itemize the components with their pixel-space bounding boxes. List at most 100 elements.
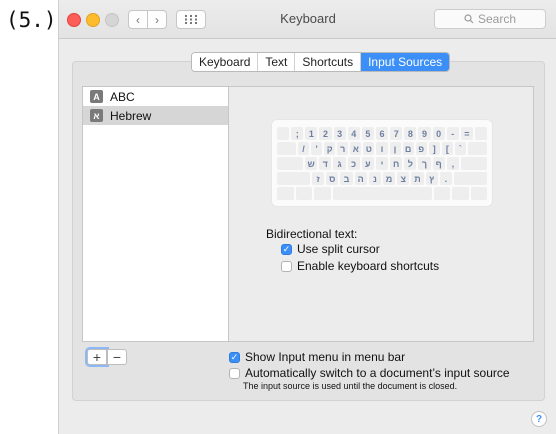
auto-switch-option[interactable]: Automatically switch to a document’s inp… xyxy=(229,366,510,380)
modifier-key xyxy=(453,172,487,185)
keyboard-layout-preview: ; 1 2 3 4 5 6 7 8 9 0- = / ' ק ר א ט ו ן ם פ][` ש ד ג כ ע י ח ל ך ף, ז ס ב… xyxy=(271,119,493,207)
list-item-abc[interactable]: A ABC xyxy=(83,87,228,106)
add-source-button[interactable]: + xyxy=(87,349,107,365)
keyboard-key: ף xyxy=(432,157,445,170)
source-detail-pane: ; 1 2 3 4 5 6 7 8 9 0- = / ' ק ר א ט ו ן ם פ][` ש ד ג כ ע י ח ל ך ף, ז ס ב… xyxy=(229,86,534,342)
keyboard-key: ך xyxy=(418,157,431,170)
keyboard-key: ל xyxy=(404,157,417,170)
show-input-menu-option[interactable]: ✓ Show Input menu in menu bar xyxy=(229,350,405,364)
keyboard-key: ץ xyxy=(425,172,438,185)
keyboard-key: ן xyxy=(389,142,401,155)
search-field[interactable]: Search xyxy=(434,9,546,29)
modifier-key xyxy=(277,157,304,170)
title-bar: ‹ › Keyboard Search xyxy=(59,0,556,39)
keyboard-key xyxy=(314,187,331,200)
keyboard-key: 2 xyxy=(319,127,332,140)
keyboard-key: - xyxy=(446,127,459,140)
modifier-key xyxy=(277,127,290,140)
help-button[interactable]: ? xyxy=(531,411,547,427)
keyboard-key: ז xyxy=(312,172,325,185)
kbd-shortcuts-checkbox[interactable] xyxy=(281,260,292,272)
keyboard-key: פ xyxy=(415,142,427,155)
keyboard-key: 3 xyxy=(333,127,346,140)
modifier-key xyxy=(460,157,487,170)
keyboard-key xyxy=(295,187,312,200)
keyboard-key: ק xyxy=(324,142,336,155)
keyboard-key: ע xyxy=(361,157,374,170)
keyboard-key: כ xyxy=(347,157,360,170)
keyboard-key: / xyxy=(297,142,310,155)
keyboard-key xyxy=(470,187,487,200)
keyboard-key: 8 xyxy=(404,127,417,140)
space-key xyxy=(332,187,432,200)
tab-bar: Keyboard Text Shortcuts Input Sources xyxy=(191,52,451,72)
tab-text[interactable]: Text xyxy=(258,53,296,71)
modifier-key xyxy=(467,142,487,155)
hebrew-source-icon: א xyxy=(90,109,103,122)
keyboard-key: 1 xyxy=(305,127,318,140)
keyboard-key: 0 xyxy=(432,127,445,140)
keyboard-key: ט xyxy=(363,142,375,155)
list-item-hebrew[interactable]: א Hebrew xyxy=(83,106,228,125)
input-sources-list[interactable]: A ABC א Hebrew xyxy=(82,86,229,342)
auto-switch-checkbox[interactable] xyxy=(229,367,240,379)
keyboard-key: ה xyxy=(354,172,367,185)
step-label: (5.) xyxy=(6,8,57,32)
keyboard-key: צ xyxy=(397,172,410,185)
split-cursor-option[interactable]: ✓ Use split cursor xyxy=(281,242,380,256)
auto-switch-label: Automatically switch to a document’s inp… xyxy=(245,366,510,380)
keyboard-row xyxy=(277,187,487,200)
keyboard-key: ס xyxy=(326,172,339,185)
remove-source-button[interactable]: − xyxy=(107,349,127,365)
show-input-menu-checkbox[interactable]: ✓ xyxy=(229,351,240,363)
modifier-key xyxy=(277,172,311,185)
keyboard-row: שדגכעיחלךף, xyxy=(277,157,487,170)
split-cursor-label: Use split cursor xyxy=(297,242,380,256)
keyboard-key: ת xyxy=(411,172,424,185)
kbd-shortcuts-option[interactable]: Enable keyboard shortcuts xyxy=(281,259,439,273)
search-placeholder: Search xyxy=(477,12,517,26)
magnifier-icon xyxy=(464,14,474,24)
keyboard-key: [ xyxy=(441,142,453,155)
modifier-key xyxy=(474,127,488,140)
keyboard-key: 6 xyxy=(375,127,389,140)
keyboard-key: ד xyxy=(319,157,332,170)
keyboard-key: נ xyxy=(368,172,381,185)
keyboard-key: ח xyxy=(390,157,403,170)
bidi-heading: Bidirectional text: xyxy=(266,227,358,241)
keyboard-key: ` xyxy=(454,142,466,155)
keyboard-key: ב xyxy=(340,172,353,185)
keyboard-key: 4 xyxy=(347,127,360,140)
split-cursor-checkbox[interactable]: ✓ xyxy=(281,243,292,255)
keyboard-key xyxy=(433,187,450,200)
keyboard-key: = xyxy=(460,127,473,140)
keyboard-key: י xyxy=(375,157,389,170)
keyboard-key: ם xyxy=(402,142,414,155)
keyboard-row: / ' ק ר א ט ו ן ם פ][` xyxy=(277,142,487,155)
preferences-window: ‹ › Keyboard Search Keyboard Text Shortc… xyxy=(58,0,556,434)
show-input-menu-label: Show Input menu in menu bar xyxy=(245,350,406,364)
keyboard-row: ; 1 2 3 4 5 6 7 8 9 0- = xyxy=(277,127,488,140)
keyboard-key: ר xyxy=(337,142,349,155)
keyboard-key: 5 xyxy=(361,127,374,140)
keyboard-key: ג xyxy=(333,157,346,170)
tab-shortcuts[interactable]: Shortcuts xyxy=(295,53,362,71)
keyboard-key: ; xyxy=(291,127,304,140)
keyboard-key: , xyxy=(446,157,459,170)
keyboard-key: ] xyxy=(428,142,440,155)
kbd-shortcuts-label: Enable keyboard shortcuts xyxy=(297,259,440,273)
keyboard-key xyxy=(452,187,469,200)
keyboard-key: 9 xyxy=(418,127,431,140)
abc-source-icon: A xyxy=(90,90,103,103)
keyboard-key: ו xyxy=(376,142,388,155)
keyboard-key: . xyxy=(439,172,452,185)
list-item-label: Hebrew xyxy=(110,108,152,123)
keyboard-key: א xyxy=(350,142,362,155)
list-item-label: ABC xyxy=(110,89,135,104)
tab-input-sources[interactable]: Input Sources xyxy=(361,53,450,71)
keyboard-key xyxy=(277,187,294,200)
keyboard-key: ' xyxy=(311,142,323,155)
tab-keyboard[interactable]: Keyboard xyxy=(192,53,259,71)
keyboard-row: זסבהנמצתץ. xyxy=(277,172,487,185)
modifier-key xyxy=(277,142,296,155)
